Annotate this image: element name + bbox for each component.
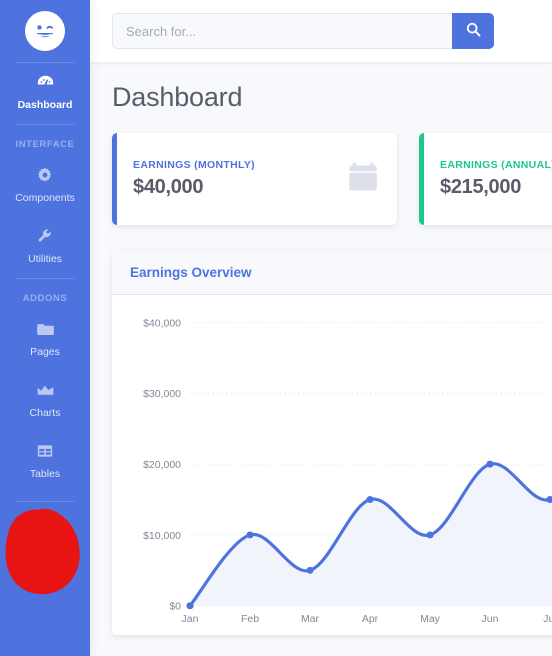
sidebar-item-label: Dashboard [17,99,73,111]
sidebar-item-pages[interactable]: Pages [0,310,90,371]
svg-text:Jul: Jul [543,614,552,625]
sidebar-item-label: Utilities [28,253,62,265]
search-form [112,13,494,49]
laugh-wink-icon [25,11,65,51]
sidebar-heading-addons: Addons [22,293,68,304]
folder-icon [2,320,88,337]
stat-card-body: EARNINGS (ANNUAL) $215,000 [440,159,552,199]
sidebar-divider [16,501,74,502]
search-button[interactable] [452,13,494,49]
sidebar-item-tables[interactable]: Tables [0,432,90,493]
content-area: Dashboard EARNINGS (MONTHLY) $40,000 EAR… [90,62,552,635]
chart-body: $0 $10,000 $20,000 $30,000 $40,000 Jan Feb Mar A… [112,295,552,635]
sidebar-item-label: Tables [29,468,61,480]
stat-card-label: EARNINGS (MONTHLY) [133,159,255,171]
table-icon [2,442,88,459]
svg-text:Apr: Apr [362,614,379,625]
app-root: Dashboard Interface Components Utilities… [0,0,552,656]
brand-link[interactable] [0,0,90,62]
main-content: Dashboard EARNINGS (MONTHLY) $40,000 [90,0,552,656]
sidebar-item-label: Pages [30,346,60,358]
svg-text:$30,000: $30,000 [143,389,181,400]
sidebar-item-label: Components [15,192,75,204]
svg-text:Jun: Jun [482,614,499,625]
chart-card-header: Earnings Overview [112,251,552,295]
svg-text:Feb: Feb [241,614,259,625]
chevron-right-icon [39,529,51,544]
search-icon [466,22,481,40]
svg-text:$40,000: $40,000 [143,319,181,330]
stat-card-value: $215,000 [440,176,522,198]
chart-area-icon [2,381,88,398]
svg-text:$10,000: $10,000 [143,531,181,542]
stat-card-value: $40,000 [133,176,204,198]
svg-text:$0: $0 [169,602,181,613]
page-title: Dashboard [112,82,243,112]
svg-text:Jan: Jan [182,614,199,625]
stat-card-earnings-monthly[interactable]: EARNINGS (MONTHLY) $40,000 [112,133,397,225]
cog-icon [2,166,88,183]
chart-card-title: Earnings Overview [130,265,252,280]
earnings-overview-chart[interactable]: $0 $10,000 $20,000 $30,000 $40,000 Jan Feb Mar A… [128,309,552,629]
stat-card-label: EARNINGS (ANNUAL) [440,159,552,171]
tachometer-icon [2,73,88,90]
sidebar-item-charts[interactable]: Charts [0,371,90,432]
sidebar-heading-interface: Interface [15,139,75,150]
sidebar-item-components[interactable]: Components [0,156,90,217]
topbar [90,0,552,62]
sidebar-item-label: Charts [29,407,61,419]
sidebar: Dashboard Interface Components Utilities… [0,0,90,656]
sidebar-toggle-button[interactable] [24,515,66,557]
sidebar-item-dashboard[interactable]: Dashboard [0,63,90,124]
stat-cards-row: EARNINGS (MONTHLY) $40,000 EARNINGS (ANN… [112,133,552,225]
stat-card-body: EARNINGS (MONTHLY) $40,000 [133,159,347,199]
svg-text:$20,000: $20,000 [143,460,181,471]
calendar-icon [347,162,379,197]
svg-text:Mar: Mar [301,614,320,625]
earnings-overview-card: Earnings Overview $0 $10,000 $20,000 $30,00… [112,251,552,635]
svg-text:May: May [420,614,441,625]
search-input[interactable] [112,13,452,49]
wrench-icon [2,227,88,244]
stat-card-earnings-annual[interactable]: EARNINGS (ANNUAL) $215,000 $ [419,133,552,225]
sidebar-item-utilities[interactable]: Utilities [0,217,90,278]
